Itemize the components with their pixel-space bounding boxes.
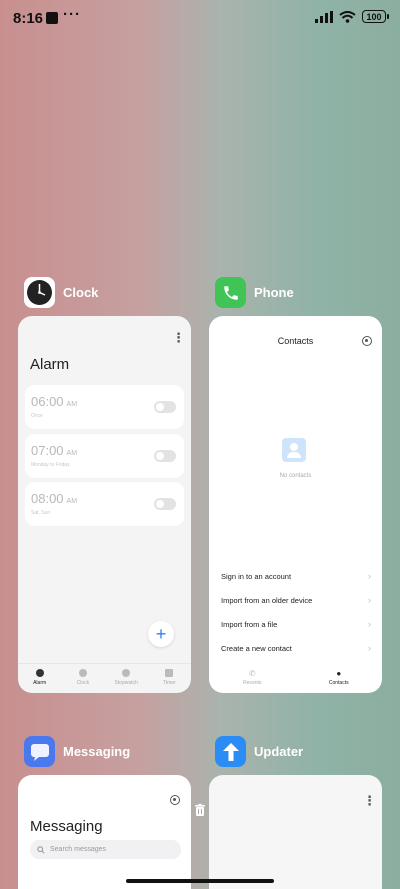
- alarm-icon: [35, 669, 44, 677]
- alarm-ampm: AM: [66, 450, 78, 457]
- search-placeholder: Search messages: [50, 846, 107, 853]
- no-contacts-text: No contacts: [279, 473, 312, 479]
- notification-square-icon: [46, 12, 58, 24]
- clock-icon: [78, 669, 87, 677]
- alarm-time: 08:00: [31, 491, 64, 506]
- phone-app-name: Phone: [254, 285, 294, 300]
- alarm-item[interactable]: 06:00 AM Once: [25, 385, 184, 429]
- import-file-row[interactable]: Import from a file ›: [221, 619, 371, 629]
- alarm-time: 06:00: [31, 394, 64, 409]
- phone-app-header[interactable]: Phone: [215, 277, 294, 308]
- import-older-device-row[interactable]: Import from an older device ›: [221, 595, 371, 605]
- clock-more-icon[interactable]: ⋮: [172, 330, 185, 346]
- alarm-ampm: AM: [66, 498, 78, 505]
- messaging-title: Messaging: [30, 818, 103, 835]
- phone-app-card[interactable]: Contacts No contacts Sign in to an accou…: [209, 316, 382, 693]
- timer-icon: [165, 669, 174, 677]
- alarm-toggle[interactable]: [154, 498, 176, 510]
- tab-clock[interactable]: Clock: [61, 664, 104, 693]
- status-bar: 8:16 ··· 100: [0, 0, 400, 36]
- alarm-toggle[interactable]: [154, 401, 176, 413]
- chevron-right-icon: ›: [368, 643, 371, 653]
- row-label: Import from a file: [221, 620, 278, 629]
- row-label: Create a new contact: [221, 644, 292, 653]
- tab-contacts[interactable]: ● Contacts: [296, 663, 383, 693]
- messaging-app-icon: [24, 736, 55, 767]
- person-icon: ●: [336, 669, 342, 678]
- clock-app-icon: [24, 277, 55, 308]
- more-notifications-icon: ···: [63, 6, 81, 23]
- messaging-app-header[interactable]: Messaging: [24, 736, 130, 767]
- updater-more-icon[interactable]: ⋮: [363, 793, 376, 809]
- phone-app-icon: [215, 277, 246, 308]
- clock-tab-bar: Alarm Clock Stopwatch Timer: [18, 663, 191, 693]
- tab-recents[interactable]: ✆ Recents: [209, 663, 296, 693]
- contacts-title: Contacts: [277, 336, 314, 346]
- updater-app-card[interactable]: ⋮: [209, 775, 382, 889]
- tab-timer[interactable]: Timer: [148, 664, 191, 693]
- trash-icon[interactable]: [193, 803, 207, 817]
- alarm-ampm: AM: [66, 401, 78, 408]
- alarm-repeat: Once: [31, 413, 43, 419]
- home-indicator[interactable]: [126, 879, 274, 883]
- phone-icon: ✆: [248, 669, 256, 678]
- alarm-toggle[interactable]: [154, 450, 176, 462]
- alarm-repeat: Sat, Sun: [31, 510, 51, 516]
- alarm-title: Alarm: [30, 356, 70, 373]
- tab-label: Recents: [243, 680, 262, 686]
- updater-app-header[interactable]: Updater: [215, 736, 303, 767]
- create-contact-row[interactable]: Create a new contact ›: [221, 643, 371, 653]
- row-label: Sign in to an account: [221, 572, 292, 581]
- alarm-item[interactable]: 07:00 AM Monday to Friday: [25, 434, 184, 478]
- battery-icon: 100: [362, 10, 389, 23]
- clock-app-card[interactable]: ⋮ Alarm 06:00 AM Once 07:00 AM Monday to F…: [18, 316, 191, 693]
- tab-alarm[interactable]: Alarm: [18, 664, 61, 693]
- messaging-app-name: Messaging: [63, 744, 131, 759]
- tab-label: Alarm: [33, 680, 47, 686]
- phone-settings-icon[interactable]: [362, 336, 372, 346]
- chevron-right-icon: ›: [368, 595, 371, 605]
- chevron-right-icon: ›: [368, 619, 371, 629]
- clock-app-header[interactable]: Clock: [24, 277, 98, 308]
- search-messages-input[interactable]: Search messages: [30, 840, 181, 859]
- clock-app-name: Clock: [63, 285, 99, 300]
- updater-app-icon: [215, 736, 246, 767]
- stopwatch-icon: [122, 669, 131, 677]
- tab-label: Contacts: [328, 680, 349, 686]
- updater-app-name: Updater: [254, 744, 304, 759]
- tab-label: Stopwatch: [114, 680, 138, 686]
- status-time: 8:16: [13, 10, 44, 27]
- wifi-icon: [339, 10, 356, 23]
- row-label: Import from an older device: [221, 596, 313, 605]
- alarm-time: 07:00: [31, 443, 64, 458]
- contact-placeholder-icon: [282, 438, 306, 462]
- signal-icon: [315, 10, 333, 23]
- phone-tab-bar: ✆ Recents ● Contacts: [209, 663, 382, 693]
- alarm-item[interactable]: 08:00 AM Sat, Sun: [25, 482, 184, 526]
- messaging-app-card[interactable]: Messaging Search messages: [18, 775, 191, 889]
- chevron-right-icon: ›: [368, 571, 371, 581]
- sign-in-account-row[interactable]: Sign in to an account ›: [221, 571, 371, 581]
- add-alarm-button[interactable]: +: [148, 621, 174, 647]
- tab-label: Timer: [163, 680, 176, 686]
- search-icon: [37, 845, 45, 854]
- tab-label: Clock: [76, 680, 90, 686]
- messaging-settings-icon[interactable]: [170, 795, 180, 805]
- tab-stopwatch[interactable]: Stopwatch: [105, 664, 148, 693]
- alarm-repeat: Monday to Friday: [31, 462, 70, 468]
